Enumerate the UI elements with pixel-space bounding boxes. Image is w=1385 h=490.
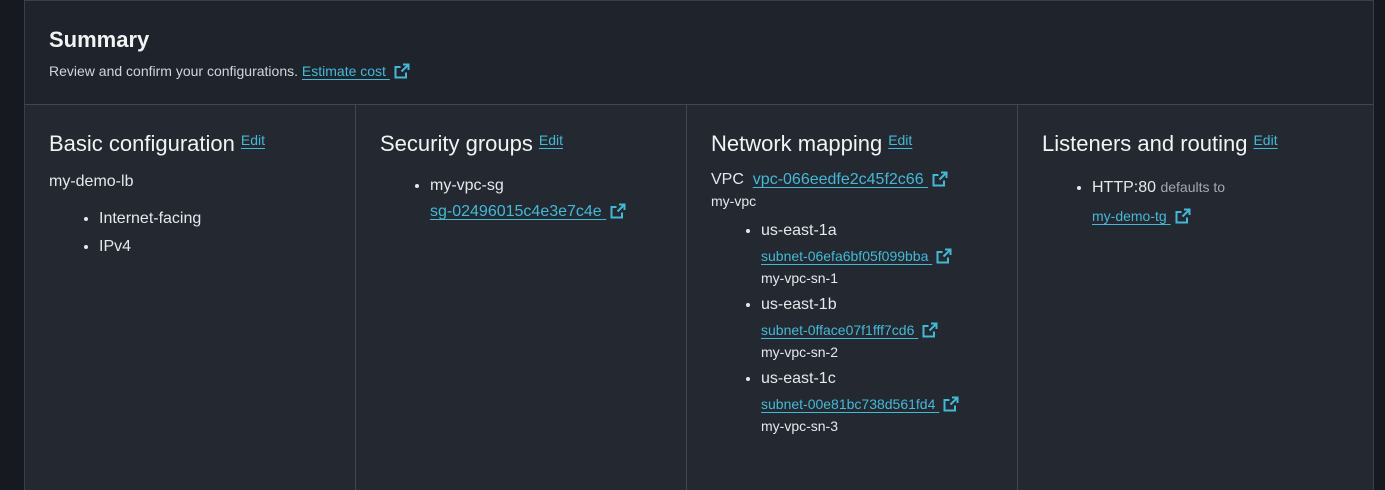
- basic-configuration-edit-link[interactable]: Edit: [241, 131, 265, 149]
- subnet-list: us-east-1a subnet-06efa6bf05f099bba my-v…: [711, 219, 993, 435]
- listener-protocol: HTTP:80: [1092, 179, 1157, 196]
- basic-configuration-section: Basic configuration Edit my-demo-lb Inte…: [25, 105, 356, 490]
- list-item: my-vpc-sg sg-02496015c4e3e7c4e: [430, 173, 662, 225]
- basic-configuration-header: Basic configuration Edit: [49, 129, 331, 159]
- availability-zone: us-east-1c: [761, 370, 836, 387]
- summary-panel: Summary Review and confirm your configur…: [24, 0, 1374, 490]
- availability-zone: us-east-1a: [761, 222, 837, 239]
- external-link-icon: [932, 171, 948, 187]
- target-group-label: my-demo-tg: [1092, 208, 1167, 224]
- basic-configuration-title: Basic configuration: [49, 131, 235, 156]
- vpc-id-link[interactable]: vpc-066eedfe2c45f2c66: [753, 171, 948, 188]
- network-mapping-section: Network mapping Edit VPC vpc-066eedfe2c4…: [687, 105, 1018, 490]
- estimate-cost-label: Estimate cost: [301, 63, 386, 79]
- summary-header: Summary Review and confirm your configur…: [25, 1, 1373, 105]
- network-mapping-title: Network mapping: [711, 131, 883, 156]
- target-group-link[interactable]: my-demo-tg: [1092, 208, 1191, 224]
- vpc-label: VPC: [711, 171, 744, 188]
- external-link-icon: [394, 63, 410, 79]
- list-item: us-east-1b subnet-0fface07f1fff7cd6 my-v…: [761, 293, 993, 361]
- security-group-name: my-vpc-sg: [430, 177, 504, 194]
- subnet-id-label: subnet-00e81bc738d561fd4: [761, 396, 936, 412]
- summary-columns: Basic configuration Edit my-demo-lb Inte…: [25, 105, 1373, 490]
- security-group-id-label: sg-02496015c4e3e7c4e: [430, 203, 602, 220]
- estimate-cost-link[interactable]: Estimate cost: [302, 63, 410, 79]
- security-groups-header: Security groups Edit: [380, 129, 662, 159]
- listeners-list: HTTP:80 defaults to my-demo-tg: [1042, 173, 1349, 231]
- network-mapping-header: Network mapping Edit: [711, 129, 993, 159]
- list-item: us-east-1c subnet-00e81bc738d561fd4 my-v…: [761, 367, 993, 435]
- listeners-routing-section: Listeners and routing Edit HTTP:80 defau…: [1018, 105, 1373, 490]
- security-groups-section: Security groups Edit my-vpc-sg sg-024960…: [356, 105, 687, 490]
- summary-title: Summary: [49, 27, 150, 52]
- list-item: IPv4: [99, 233, 331, 261]
- vpc-id-label: vpc-066eedfe2c45f2c66: [752, 171, 924, 188]
- security-groups-title: Security groups: [380, 131, 533, 156]
- summary-description: Review and confirm your configurations. …: [49, 62, 1349, 80]
- subnet-id-label: subnet-0fface07f1fff7cd6: [761, 322, 915, 338]
- external-link-icon: [943, 396, 959, 412]
- list-item: us-east-1a subnet-06efa6bf05f099bba my-v…: [761, 219, 993, 287]
- listeners-routing-title: Listeners and routing: [1042, 131, 1248, 156]
- external-link-icon: [922, 322, 938, 338]
- subnet-id-label: subnet-06efa6bf05f099bba: [761, 248, 929, 264]
- external-link-icon: [936, 248, 952, 264]
- subnet-id-link[interactable]: subnet-06efa6bf05f099bba: [761, 248, 952, 264]
- subnet-name: my-vpc-sn-3: [761, 418, 839, 434]
- list-item: Internet-facing: [99, 205, 331, 233]
- load-balancer-name: my-demo-lb: [49, 173, 134, 190]
- basic-configuration-list: Internet-facing IPv4: [49, 205, 331, 261]
- subnet-id-link[interactable]: subnet-00e81bc738d561fd4: [761, 396, 959, 412]
- vpc-name: my-vpc: [711, 193, 757, 209]
- subnet-name: my-vpc-sn-1: [761, 270, 839, 286]
- security-groups-list: my-vpc-sg sg-02496015c4e3e7c4e: [380, 173, 662, 225]
- subnet-id-link[interactable]: subnet-0fface07f1fff7cd6: [761, 322, 938, 338]
- summary-description-text: Review and confirm your configurations.: [49, 63, 299, 79]
- security-groups-edit-link[interactable]: Edit: [539, 131, 563, 149]
- subnet-name: my-vpc-sn-2: [761, 344, 839, 360]
- security-group-id-link[interactable]: sg-02496015c4e3e7c4e: [430, 203, 626, 220]
- availability-zone: us-east-1b: [761, 296, 837, 313]
- network-mapping-edit-link[interactable]: Edit: [888, 131, 912, 149]
- defaults-to-text: defaults to: [1160, 179, 1226, 195]
- external-link-icon: [610, 203, 626, 219]
- listeners-routing-header: Listeners and routing Edit: [1042, 129, 1349, 159]
- vpc-row: VPC vpc-066eedfe2c45f2c66: [711, 171, 993, 189]
- listeners-routing-edit-link[interactable]: Edit: [1253, 131, 1277, 149]
- external-link-icon: [1175, 208, 1191, 224]
- list-item: HTTP:80 defaults to my-demo-tg: [1092, 173, 1349, 231]
